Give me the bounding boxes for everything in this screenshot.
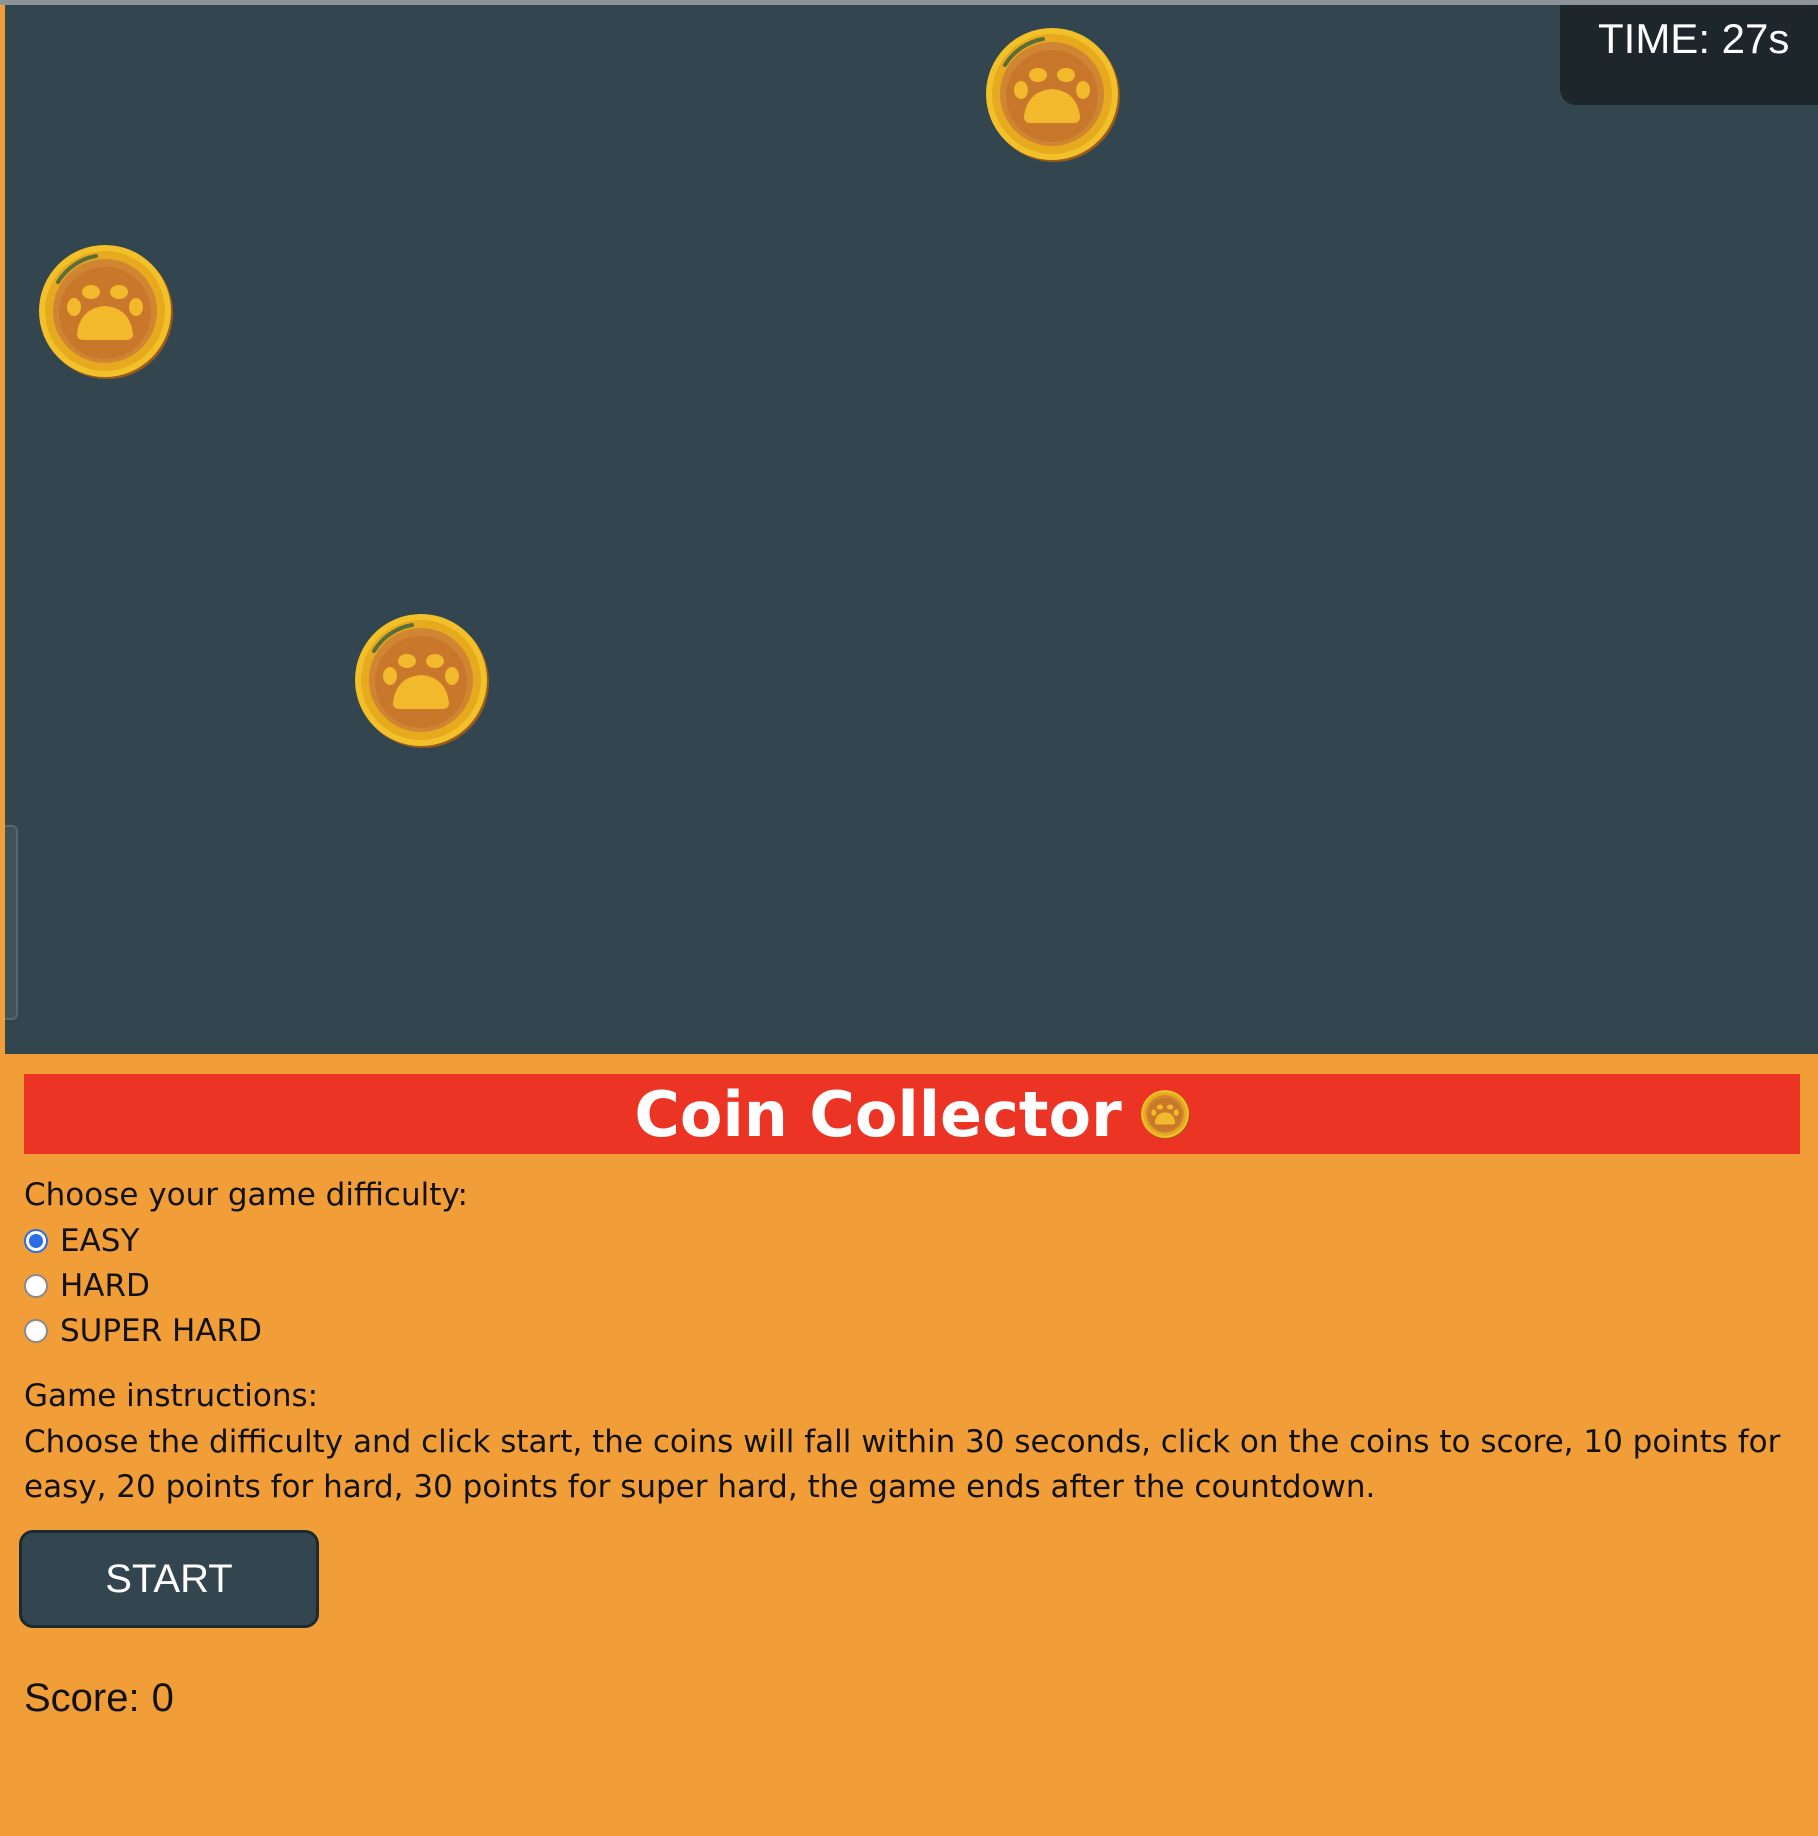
difficulty-option-hard[interactable]: HARD xyxy=(24,1268,150,1304)
title-bar: Coin Collector xyxy=(24,1074,1800,1154)
timer-label: TIME: xyxy=(1598,15,1710,62)
radio-easy[interactable] xyxy=(24,1229,48,1253)
falling-coin-2[interactable] xyxy=(36,242,174,380)
radio-hard[interactable] xyxy=(24,1274,48,1298)
score-display: Score: 0 xyxy=(24,1676,186,1721)
score-label: Score: xyxy=(24,1676,140,1720)
paw-coin-icon xyxy=(986,28,1120,162)
timer-display: TIME: 27s xyxy=(1560,5,1818,105)
paw-coin-icon xyxy=(39,245,173,379)
paw-coin-icon xyxy=(355,614,489,748)
page-title: Coin Collector xyxy=(634,1077,1122,1151)
game-app: TIME: 27s Coin Collector Choose your gam… xyxy=(0,0,1818,1836)
radio-super-hard[interactable] xyxy=(24,1319,48,1343)
instructions-text: Choose the difficulty and click start, t… xyxy=(24,1424,1781,1505)
control-panel: Coin Collector Choose your game difficul… xyxy=(5,1054,1818,1836)
radio-super-hard-label[interactable]: SUPER HARD xyxy=(60,1313,262,1349)
difficulty-label: Choose your game difficulty: xyxy=(24,1177,468,1213)
score-value: 0 xyxy=(151,1676,174,1720)
side-handle[interactable] xyxy=(5,825,18,1020)
game-area[interactable]: TIME: 27s xyxy=(5,5,1818,1054)
radio-hard-label[interactable]: HARD xyxy=(60,1268,150,1304)
paw-coin-icon xyxy=(1140,1090,1190,1139)
falling-coin-3[interactable] xyxy=(352,611,490,749)
difficulty-option-easy[interactable]: EASY xyxy=(24,1223,139,1259)
timer-value: 27s xyxy=(1721,15,1790,62)
title-coin-icon xyxy=(1140,1089,1190,1139)
radio-easy-label[interactable]: EASY xyxy=(60,1223,139,1259)
falling-coin-1[interactable] xyxy=(983,25,1121,163)
difficulty-option-super-hard[interactable]: SUPER HARD xyxy=(24,1313,262,1349)
start-button[interactable]: START xyxy=(19,1530,319,1628)
instructions-label: Game instructions: xyxy=(24,1378,319,1414)
